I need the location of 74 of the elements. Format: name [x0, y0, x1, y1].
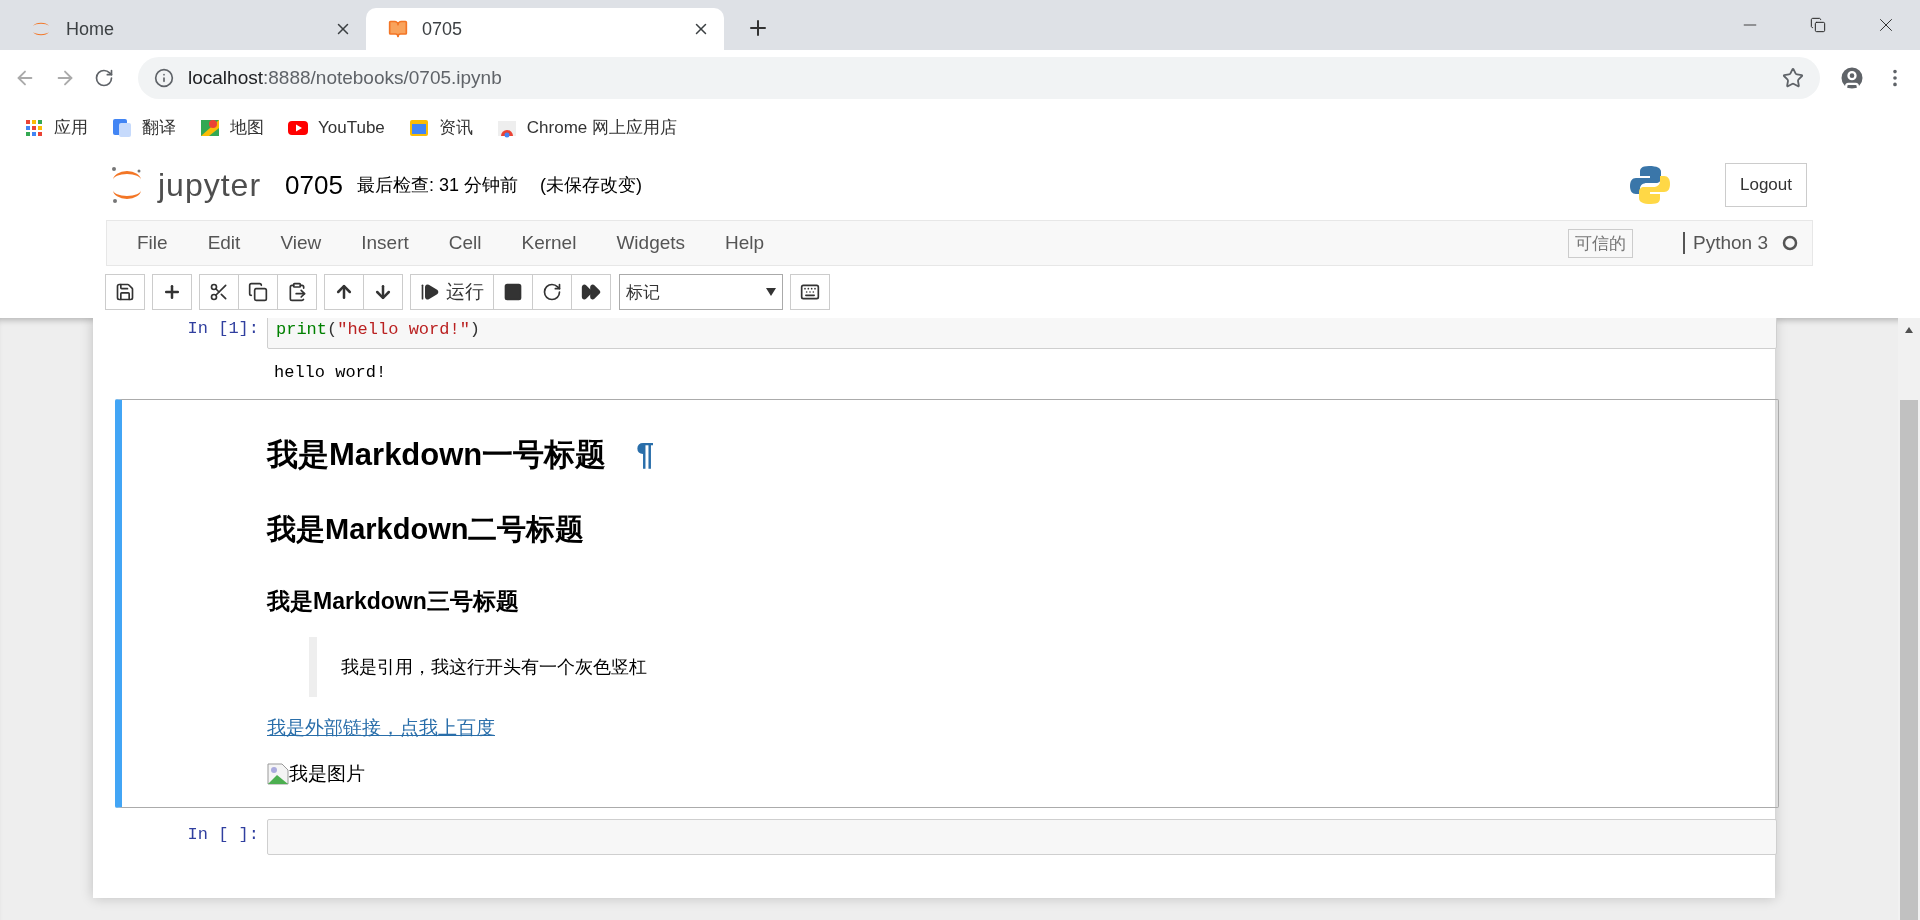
- restart-button[interactable]: [532, 274, 572, 310]
- stop-icon: [503, 282, 523, 302]
- info-icon: [154, 67, 174, 88]
- insert-icon: [162, 282, 182, 302]
- bookmark-link[interactable]: Chrome 网上应用店: [496, 116, 677, 139]
- up-button[interactable]: [324, 274, 364, 310]
- bookmark-link[interactable]: 翻译: [112, 116, 176, 139]
- input-prompt: In [1]:: [186, 318, 260, 338]
- run-all-icon: [581, 282, 601, 302]
- restart-icon: [542, 282, 562, 302]
- browser-tab[interactable]: 0705: [366, 8, 724, 50]
- markdown-cell[interactable]: 我是Markdown一号标题 ¶ 我是Markdown二号标题 我是Markdown三号标题 我是引用，我这行开头有一个灰色竖杠 我是外部链接，点我上百度 我是图片: [115, 399, 1779, 808]
- reload-icon[interactable]: [94, 67, 114, 88]
- copy-button[interactable]: [238, 274, 278, 310]
- down-icon: [373, 282, 393, 302]
- code-input[interactable]: [267, 819, 1777, 855]
- translate-icon: [112, 117, 132, 138]
- run-button[interactable]: 运行: [410, 274, 494, 310]
- stop-button[interactable]: [493, 274, 533, 310]
- save-status: (未保存改变): [539, 174, 642, 197]
- cut-button[interactable]: [199, 274, 239, 310]
- anchor-link[interactable]: ¶: [636, 436, 655, 473]
- python-logo-icon: [1629, 164, 1671, 206]
- logout-button[interactable]: Logout: [1725, 163, 1807, 207]
- bookmark-link[interactable]: YouTube: [288, 117, 385, 138]
- cut-icon: [209, 282, 229, 302]
- external-link[interactable]: 我是外部链接，点我上百度: [267, 715, 495, 741]
- cell-output: hello word!: [273, 362, 388, 384]
- paste-icon: [287, 282, 307, 302]
- cell-type-dropdown[interactable]: 标记: [619, 274, 783, 310]
- run-icon: [420, 282, 440, 302]
- code-input[interactable]: print("hello word!"): [267, 318, 1777, 349]
- scroll-up-icon[interactable]: [1904, 326, 1914, 334]
- map-icon: [200, 117, 220, 138]
- bookmark-link[interactable]: 资讯: [408, 116, 473, 139]
- keyboard-button[interactable]: [790, 274, 830, 310]
- checkpoint-text: 最后检查: 31 分钟前: [356, 174, 518, 197]
- copy-icon: [248, 282, 268, 302]
- menu-item[interactable]: Cell: [428, 232, 502, 254]
- notebook-name[interactable]: 0705: [285, 169, 343, 201]
- bookmark-link[interactable]: 应用: [24, 116, 88, 139]
- apps-grid-icon: [24, 117, 44, 138]
- notebook-icon: [388, 19, 408, 39]
- address-field[interactable]: localhost:8888/notebooks/0705.ipynb: [138, 56, 1820, 99]
- trusted-indicator[interactable]: 可信的: [1568, 228, 1633, 258]
- image-alt-text: 我是图片: [289, 762, 365, 786]
- paste-button[interactable]: [277, 274, 317, 310]
- heading-three: 我是Markdown三号标题: [267, 587, 519, 616]
- down-button[interactable]: [363, 274, 403, 310]
- heading-one: 我是Markdown一号标题: [267, 436, 607, 474]
- broken-image-icon: [267, 763, 289, 785]
- scrollbar[interactable]: [1898, 318, 1920, 920]
- bookmark-link[interactable]: 地图: [200, 116, 264, 139]
- bookmark-star-icon[interactable]: [1782, 66, 1804, 89]
- run-all-button[interactable]: [571, 274, 611, 310]
- kernel-name: Python 3: [1683, 232, 1768, 254]
- up-icon: [334, 282, 354, 302]
- menu-item[interactable]: Edit: [187, 232, 261, 254]
- save-icon: [115, 282, 135, 302]
- input-prompt: In [ ]:: [186, 824, 260, 844]
- blockquote: 我是引用，我这行开头有一个灰色竖杠: [309, 637, 647, 697]
- heading-two: 我是Markdown二号标题: [267, 512, 585, 547]
- insert-button[interactable]: [152, 274, 192, 310]
- news-icon: [408, 117, 429, 138]
- menu-item[interactable]: Help: [705, 232, 785, 254]
- logo-text: jupyter: [158, 166, 262, 204]
- menu-item[interactable]: Kernel: [501, 232, 597, 254]
- keyboard-icon: [800, 282, 820, 302]
- menu-item[interactable]: Insert: [341, 232, 429, 254]
- browser-tab[interactable]: Home: [8, 8, 366, 50]
- save-button[interactable]: [105, 274, 145, 310]
- menu-item[interactable]: Widgets: [596, 232, 706, 254]
- menu-item[interactable]: View: [260, 232, 342, 254]
- menu-item[interactable]: File: [117, 232, 188, 254]
